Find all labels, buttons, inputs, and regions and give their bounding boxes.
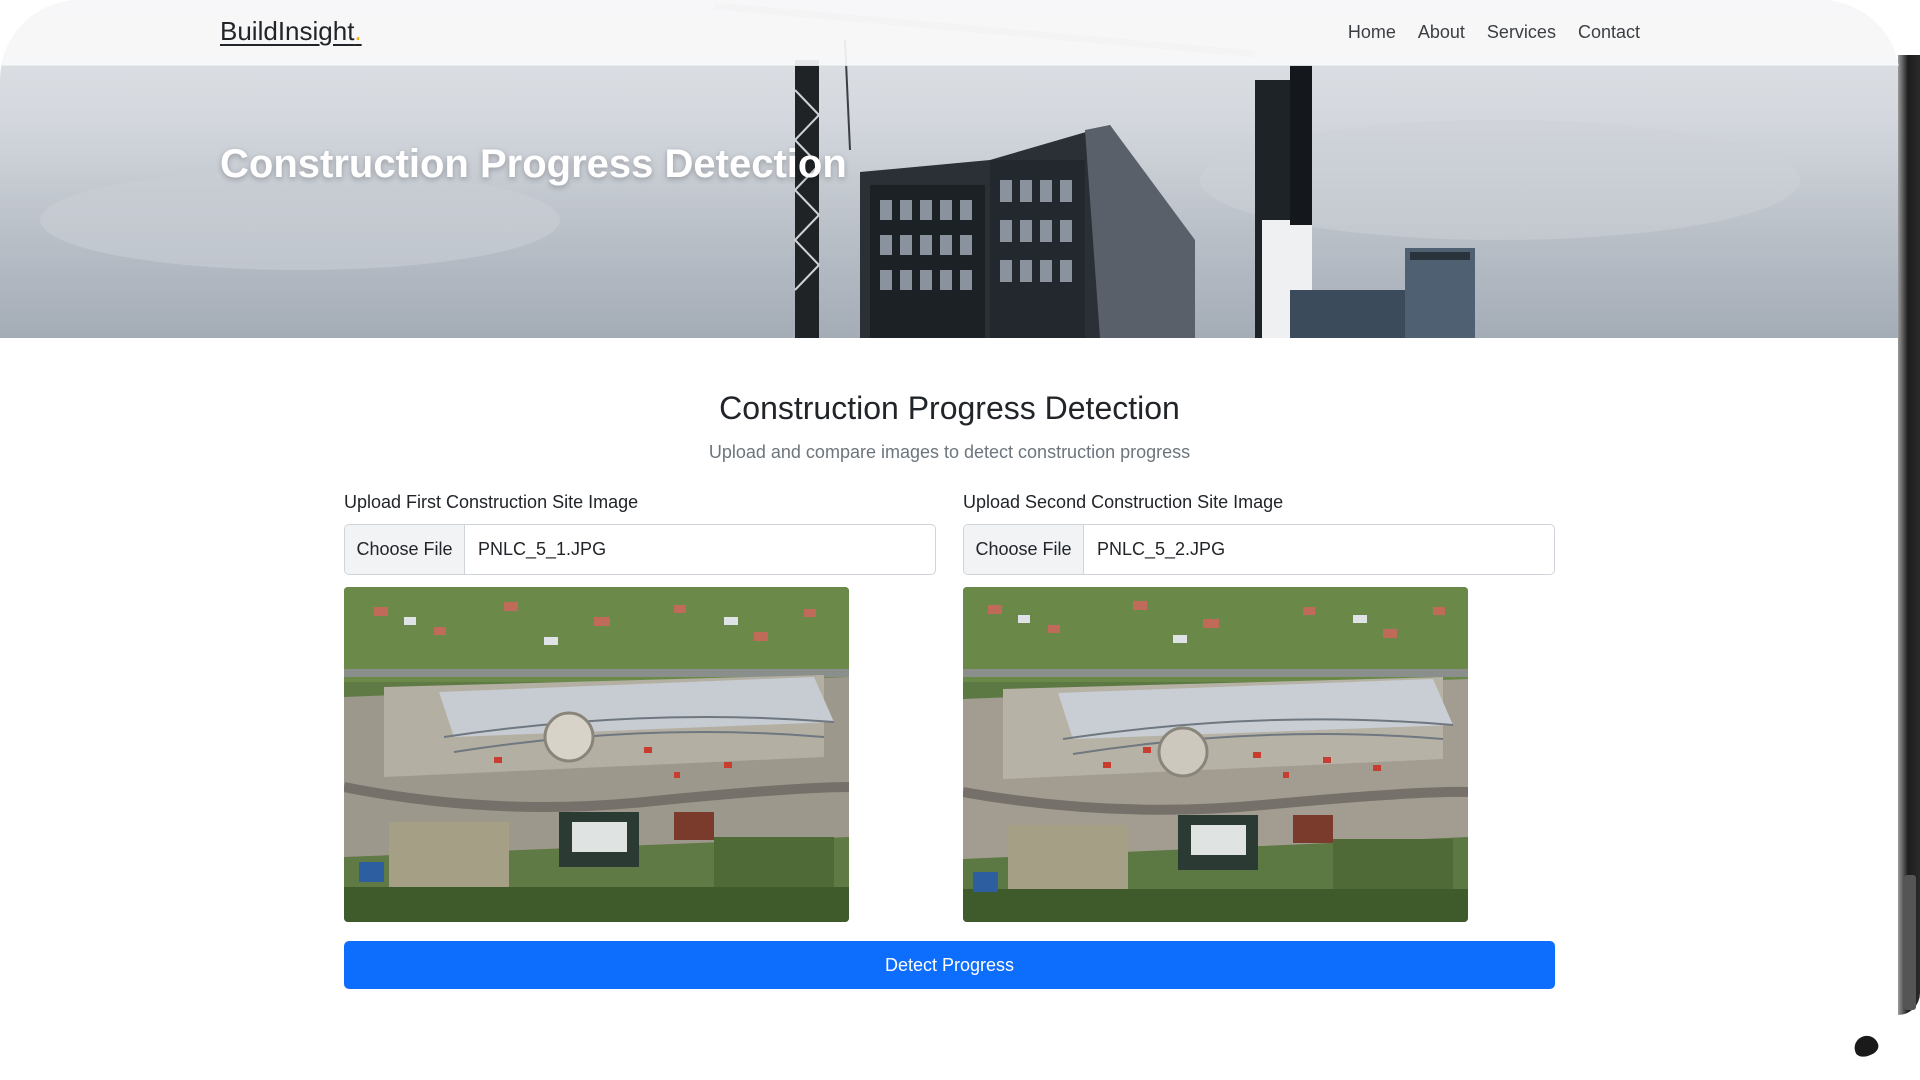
nav-links: Home About Services Contact [1348,22,1640,43]
page-subtitle: Upload and compare images to detect cons… [708,442,1191,462]
hero-title: Construction Progress Detection [220,142,847,186]
scrollbar-thumb[interactable] [1904,875,1916,1010]
nav-link-services[interactable]: Services [1487,22,1556,43]
navbar: BuildInsight. Home About Services Contac… [0,0,1900,66]
nav-link-about[interactable]: About [1418,22,1465,43]
first-image-preview [344,587,849,922]
upload-first-label: Upload First Construction Site Image [344,492,639,512]
site-photo-1 [344,587,849,922]
nav-link-home[interactable]: Home [1348,22,1396,43]
choose-file-button[interactable]: Choose File [964,525,1084,574]
brand-name: BuildInsight [220,16,355,46]
upload-second-label: Upload Second Construction Site Image [963,492,1284,512]
second-image-preview [963,587,1468,922]
window-edge-scrollbar [1898,55,1920,1015]
second-image-file-input[interactable]: Choose File PNLC_5_2.JPG [963,524,1555,575]
upload-first-section: Upload First Construction Site Image Cho… [344,488,936,922]
page-title: Construction Progress Detection [719,390,1180,426]
nav-link-contact[interactable]: Contact [1578,22,1640,43]
selected-filename: PNLC_5_2.JPG [1097,539,1226,559]
upload-second-section: Upload Second Construction Site Image Ch… [963,488,1555,922]
choose-file-button[interactable]: Choose File [345,525,465,574]
browser-window: Construction Progress Detection BuildIns… [0,0,1900,1080]
brand-dot: . [354,16,362,46]
brand-logo[interactable]: BuildInsight. [220,16,362,47]
detect-progress-button[interactable]: Detect Progress [344,941,1555,989]
site-photo-2 [963,587,1468,922]
first-image-file-input[interactable]: Choose File PNLC_5_1.JPG [344,524,936,575]
selected-filename: PNLC_5_1.JPG [478,539,607,559]
